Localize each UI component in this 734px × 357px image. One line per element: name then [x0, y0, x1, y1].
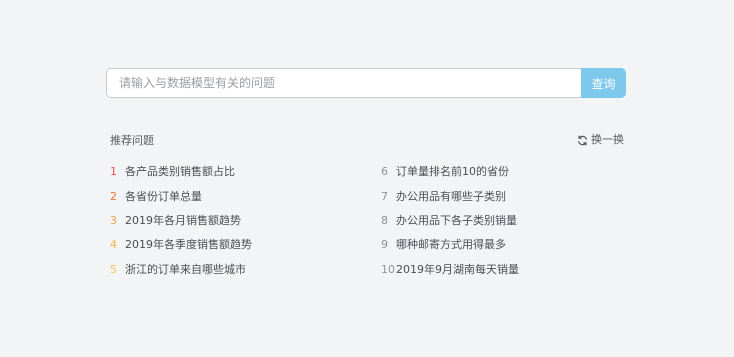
question-text: 浙江的订单来自哪些城市 [125, 262, 246, 276]
recommendation-list-right: 6 订单量排名前10的省份 7 办公用品有哪些子类别 8 办公用品下各子类别销量… [381, 160, 519, 282]
question-text: 各产品类别销售额占比 [125, 165, 235, 179]
search-button[interactable]: 查询 [581, 68, 626, 98]
refresh-label: 换一换 [591, 133, 624, 146]
question-text: 2019年各季度销售额趋势 [125, 238, 252, 252]
question-number: 10 [381, 262, 395, 276]
question-text: 各省份订单总量 [125, 189, 202, 203]
question-number: 3 [110, 213, 117, 227]
question-item[interactable]: 9 哪种邮寄方式用得最多 [381, 233, 519, 257]
refresh-button[interactable]: 换一换 [577, 133, 624, 147]
question-number: 8 [381, 213, 388, 227]
search-bar: 查询 [106, 68, 626, 98]
question-item[interactable]: 3 2019年各月销售额趋势 [110, 209, 252, 233]
question-number: 5 [110, 262, 117, 276]
recommendation-list-left: 1 各产品类别销售额占比 2 各省份订单总量 3 2019年各月销售额趋势 4 … [110, 160, 252, 282]
question-item[interactable]: 8 办公用品下各子类别销量 [381, 209, 519, 233]
recommendations-title: 推荐问题 [110, 134, 154, 147]
question-number: 7 [381, 189, 388, 203]
question-text: 哪种邮寄方式用得最多 [396, 238, 506, 252]
question-text: 2019年9月湖南每天销量 [396, 262, 519, 276]
question-item[interactable]: 10 2019年9月湖南每天销量 [381, 258, 519, 282]
question-text: 办公用品下各子类别销量 [396, 213, 517, 227]
question-number: 6 [381, 165, 388, 179]
question-number: 4 [110, 238, 117, 252]
question-item[interactable]: 7 办公用品有哪些子类别 [381, 184, 519, 208]
question-item[interactable]: 5 浙江的订单来自哪些城市 [110, 258, 252, 282]
question-text: 2019年各月销售额趋势 [125, 213, 241, 227]
question-item[interactable]: 4 2019年各季度销售额趋势 [110, 233, 252, 257]
question-number: 1 [110, 165, 117, 179]
question-item[interactable]: 6 订单量排名前10的省份 [381, 160, 519, 184]
question-item[interactable]: 2 各省份订单总量 [110, 184, 252, 208]
search-input[interactable] [106, 68, 581, 98]
question-number: 2 [110, 189, 117, 203]
question-text: 订单量排名前10的省份 [396, 165, 509, 179]
question-number: 9 [381, 238, 388, 252]
question-item[interactable]: 1 各产品类别销售额占比 [110, 160, 252, 184]
refresh-icon [577, 134, 588, 146]
question-text: 办公用品有哪些子类别 [396, 189, 506, 203]
